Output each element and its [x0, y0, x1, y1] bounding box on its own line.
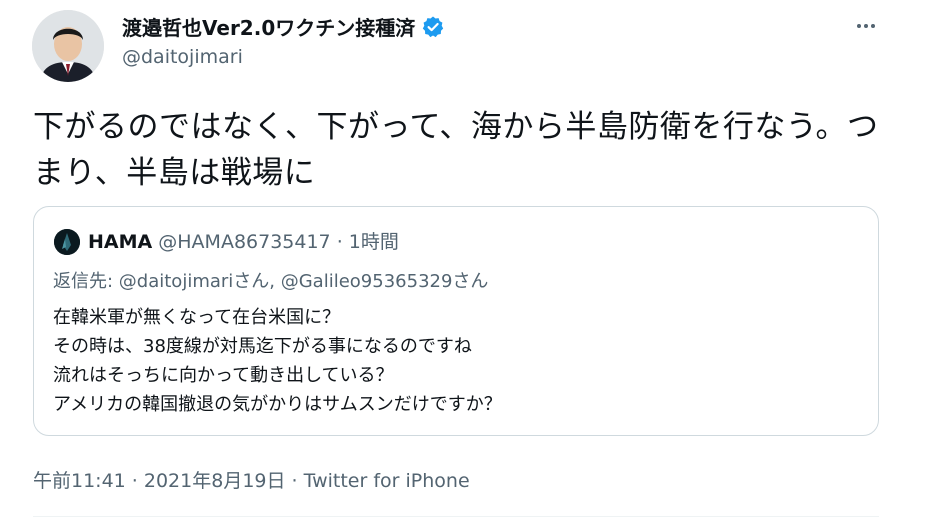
quoted-body: 在韓米軍が無くなって在台米国に？ その時は、38度線が対馬迄下がる事になるのです… — [53, 307, 502, 415]
quoted-name[interactable]: HAMA — [88, 231, 152, 253]
author-avatar-image — [32, 10, 104, 82]
verified-badge-icon — [421, 15, 445, 39]
quoted-avatar-image — [54, 229, 80, 255]
author-name[interactable]: 渡邉哲也Ver2.0ワクチン接種済 — [122, 12, 415, 41]
tweet-timestamp[interactable]: 午前11:41 · 2021年8月19日 · Twitter for iPhon… — [33, 466, 470, 493]
quoted-handle[interactable]: @HAMA86735417 — [158, 231, 330, 253]
quoted-tweet[interactable]: HAMA @HAMA86735417 · 1時間 返信先: @daitojima… — [33, 206, 879, 436]
author-avatar[interactable] — [32, 10, 104, 82]
quoted-separator: · — [330, 231, 349, 253]
quoted-time[interactable]: 1時間 — [349, 231, 399, 253]
author-name-row[interactable]: 渡邉哲也Ver2.0ワクチン接種済 — [122, 12, 445, 41]
more-options-icon[interactable] — [850, 14, 882, 38]
quoted-reply-context: 返信先: @daitojimariさん, @Galileo95365329さん — [53, 267, 488, 293]
tweet-text: 下がるのではなく、下がって、海から半島防衛を行なう。つまり、半島は戦場に — [33, 109, 879, 191]
reply-mentions[interactable]: @daitojimariさん, @Galileo95365329さん — [119, 271, 489, 292]
reply-prefix: 返信先: — [53, 271, 119, 292]
quoted-header: HAMA @HAMA86735417 · 1時間 — [88, 229, 399, 255]
divider — [33, 516, 879, 517]
quoted-avatar[interactable] — [54, 229, 80, 255]
author-handle[interactable]: @daitojimari — [122, 46, 243, 68]
